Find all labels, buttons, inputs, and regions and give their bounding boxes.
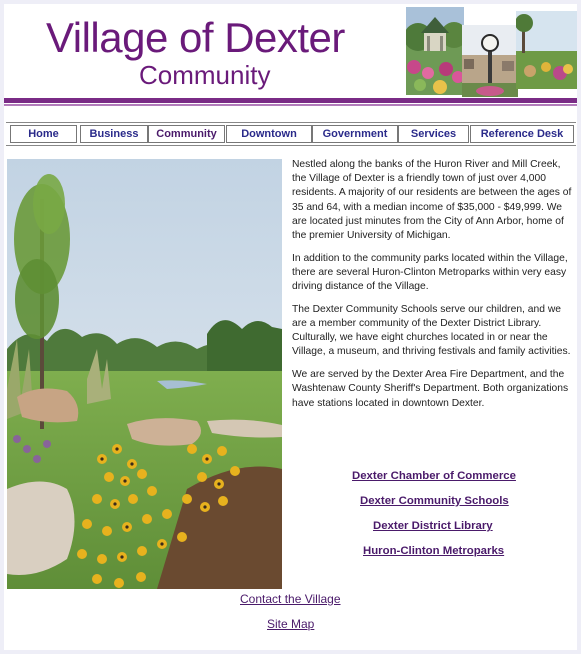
contact-village-link[interactable]: Contact the Village [240, 592, 341, 606]
page: Village of Dexter Community Home Busines… [4, 4, 577, 650]
main-navigation: Home Business Community Downtown Governm… [6, 122, 576, 146]
paragraph-services: We are served by the Dexter Area Fire De… [292, 369, 569, 409]
site-map-link[interactable]: Site Map [267, 617, 314, 631]
park-landscape-photo [7, 159, 282, 589]
link-community-schools[interactable]: Dexter Community Schools [360, 495, 509, 507]
community-description: Nestled along the banks of the Huron Riv… [292, 158, 575, 419]
nav-downtown[interactable]: Downtown [226, 125, 312, 143]
town-clock-photo [462, 25, 518, 97]
nav-home[interactable]: Home [10, 125, 77, 143]
site-subtitle: Community [139, 60, 271, 90]
header-divider-thin [4, 104, 577, 106]
paragraph-parks: In addition to the community parks locat… [292, 252, 568, 293]
park-photo [516, 11, 577, 89]
link-metroparks[interactable]: Huron-Clinton Metroparks [363, 545, 504, 557]
nav-community[interactable]: Community [148, 125, 225, 143]
nav-government[interactable]: Government [312, 125, 398, 143]
nav-business[interactable]: Business [80, 125, 148, 143]
nav-services[interactable]: Services [398, 125, 469, 143]
paragraph-schools: The Dexter Community Schools serve our c… [292, 303, 571, 358]
site-title: Village of Dexter [46, 14, 345, 61]
paragraph-intro: Nestled along the banks of the Huron Riv… [292, 159, 572, 242]
header-divider-bar [4, 98, 577, 103]
link-district-library[interactable]: Dexter District Library [373, 520, 493, 532]
header-photo-collage [406, 7, 577, 97]
nav-reference-desk[interactable]: Reference Desk [470, 125, 574, 143]
site-header: Village of Dexter Community [4, 4, 577, 98]
link-chamber-of-commerce[interactable]: Dexter Chamber of Commerce [352, 470, 516, 482]
gazebo-photo [406, 7, 464, 95]
